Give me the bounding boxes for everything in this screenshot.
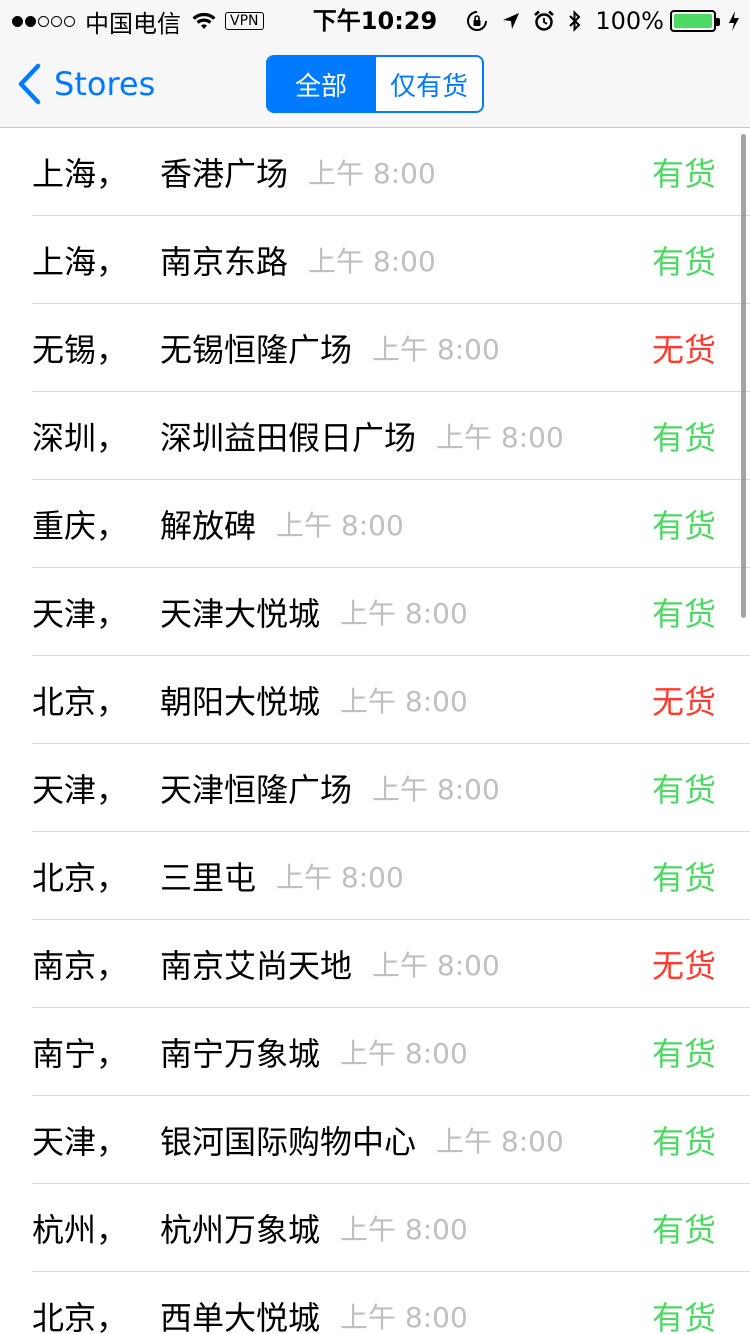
segment-all[interactable]: 全部 [268, 57, 374, 111]
list-item[interactable]: 南京， 南京艾尚天地 上午 8:00 无货 [0, 920, 750, 1008]
back-button[interactable]: Stores [16, 62, 155, 106]
city-label: 南京， [32, 947, 129, 985]
stock-status: 无货 [651, 947, 716, 985]
list-item[interactable]: 北京， 三里屯 上午 8:00 有货 [0, 832, 750, 920]
store-name: 三里屯 [160, 859, 257, 897]
pickup-time: 上午 8:00 [308, 245, 436, 278]
store-name: 解放碑 [160, 507, 257, 545]
stock-status: 有货 [651, 243, 716, 281]
pickup-time: 上午 8:00 [276, 509, 404, 542]
bluetooth-icon [569, 10, 581, 32]
pickup-time: 上午 8:00 [436, 421, 564, 454]
city-label: 天津， [32, 771, 129, 809]
city-label: 天津， [32, 1123, 129, 1161]
segment-in-stock-only[interactable]: 仅有货 [374, 57, 482, 111]
stock-status: 有货 [651, 155, 716, 193]
pickup-time: 上午 8:00 [340, 1037, 468, 1070]
stock-status: 有货 [651, 1299, 716, 1334]
list-item[interactable]: 天津， 银河国际购物中心 上午 8:00 有货 [0, 1096, 750, 1184]
city-label: 无锡， [32, 331, 129, 369]
pickup-time: 上午 8:00 [372, 333, 500, 366]
city-label: 上海， [32, 155, 129, 193]
store-name: 香港广场 [160, 155, 289, 193]
list-item[interactable]: 无锡， 无锡恒隆广场 上午 8:00 无货 [0, 304, 750, 392]
store-name: 朝阳大悦城 [160, 683, 321, 721]
status-right: 100% [453, 6, 740, 36]
city-label: 深圳， [32, 419, 129, 457]
list-item[interactable]: 上海， 南京东路 上午 8:00 有货 [0, 216, 750, 304]
navigation-bar: Stores 全部 仅有货 [0, 40, 750, 128]
stock-status: 有货 [651, 419, 716, 457]
scroll-indicator[interactable] [741, 134, 746, 618]
status-bar: 中国电信 VPN 下午10:29 100% [0, 0, 750, 40]
battery-percentage: 100% [595, 7, 664, 35]
city-label: 重庆， [32, 507, 129, 545]
pickup-time: 上午 8:00 [340, 597, 468, 630]
store-name: 深圳益田假日广场 [160, 419, 417, 457]
list-item[interactable]: 天津， 天津大悦城 上午 8:00 有货 [0, 568, 750, 656]
stock-status: 有货 [651, 1123, 716, 1161]
list-item[interactable]: 南宁， 南宁万象城 上午 8:00 有货 [0, 1008, 750, 1096]
stock-status: 有货 [651, 771, 716, 809]
stock-status: 有货 [651, 507, 716, 545]
store-list[interactable]: 上海， 香港广场 上午 8:00 有货 上海， 南京东路 上午 8:00 有货 无锡， 无锡恒… [0, 128, 750, 1334]
orientation-lock-icon [467, 11, 488, 31]
store-name: 银河国际购物中心 [160, 1123, 417, 1161]
pickup-time: 上午 8:00 [340, 1301, 468, 1334]
pickup-time: 上午 8:00 [340, 685, 468, 718]
stock-status: 有货 [651, 595, 716, 633]
pickup-time: 上午 8:00 [340, 1213, 468, 1246]
city-label: 上海， [32, 243, 129, 281]
battery-icon [670, 10, 720, 32]
list-item[interactable]: 上海， 香港广场 上午 8:00 有货 [0, 128, 750, 216]
pickup-time: 上午 8:00 [308, 157, 436, 190]
store-name: 天津大悦城 [160, 595, 321, 633]
pickup-time: 上午 8:00 [372, 949, 500, 982]
list-item[interactable]: 天津， 天津恒隆广场 上午 8:00 有货 [0, 744, 750, 832]
list-item[interactable]: 北京， 朝阳大悦城 上午 8:00 无货 [0, 656, 750, 744]
pickup-time: 上午 8:00 [372, 773, 500, 806]
stock-filter-segmented-control[interactable]: 全部 仅有货 [266, 55, 484, 113]
city-label: 北京， [32, 683, 129, 721]
city-label: 北京， [32, 859, 129, 897]
chevron-left-icon [18, 63, 41, 105]
back-button-label: Stores [54, 65, 156, 103]
list-item[interactable]: 杭州， 杭州万象城 上午 8:00 有货 [0, 1184, 750, 1272]
list-item[interactable]: 重庆， 解放碑 上午 8:00 有货 [0, 480, 750, 568]
stock-status: 有货 [651, 1211, 716, 1249]
pickup-time: 上午 8:00 [276, 861, 404, 894]
store-name: 南京东路 [160, 243, 289, 281]
list-item[interactable]: 深圳， 深圳益田假日广场 上午 8:00 有货 [0, 392, 750, 480]
stock-status: 有货 [651, 859, 716, 897]
list-item[interactable]: 北京， 西单大悦城 上午 8:00 有货 [0, 1272, 750, 1334]
pickup-time: 上午 8:00 [436, 1125, 564, 1158]
store-name: 无锡恒隆广场 [160, 331, 353, 369]
city-label: 天津， [32, 595, 129, 633]
city-label: 杭州， [32, 1211, 129, 1249]
stock-status: 无货 [651, 683, 716, 721]
store-name: 杭州万象城 [160, 1211, 321, 1249]
city-label: 南宁， [32, 1035, 129, 1073]
city-label: 北京， [32, 1299, 129, 1334]
store-name: 南京艾尚天地 [160, 947, 353, 985]
location-arrow-icon [503, 13, 520, 29]
alarm-icon [534, 10, 555, 31]
charging-bolt-icon [729, 11, 739, 31]
store-name: 南宁万象城 [160, 1035, 321, 1073]
store-name: 天津恒隆广场 [160, 771, 353, 809]
store-name: 西单大悦城 [160, 1299, 321, 1334]
stock-status: 有货 [651, 1035, 716, 1073]
stock-status: 无货 [651, 331, 716, 369]
